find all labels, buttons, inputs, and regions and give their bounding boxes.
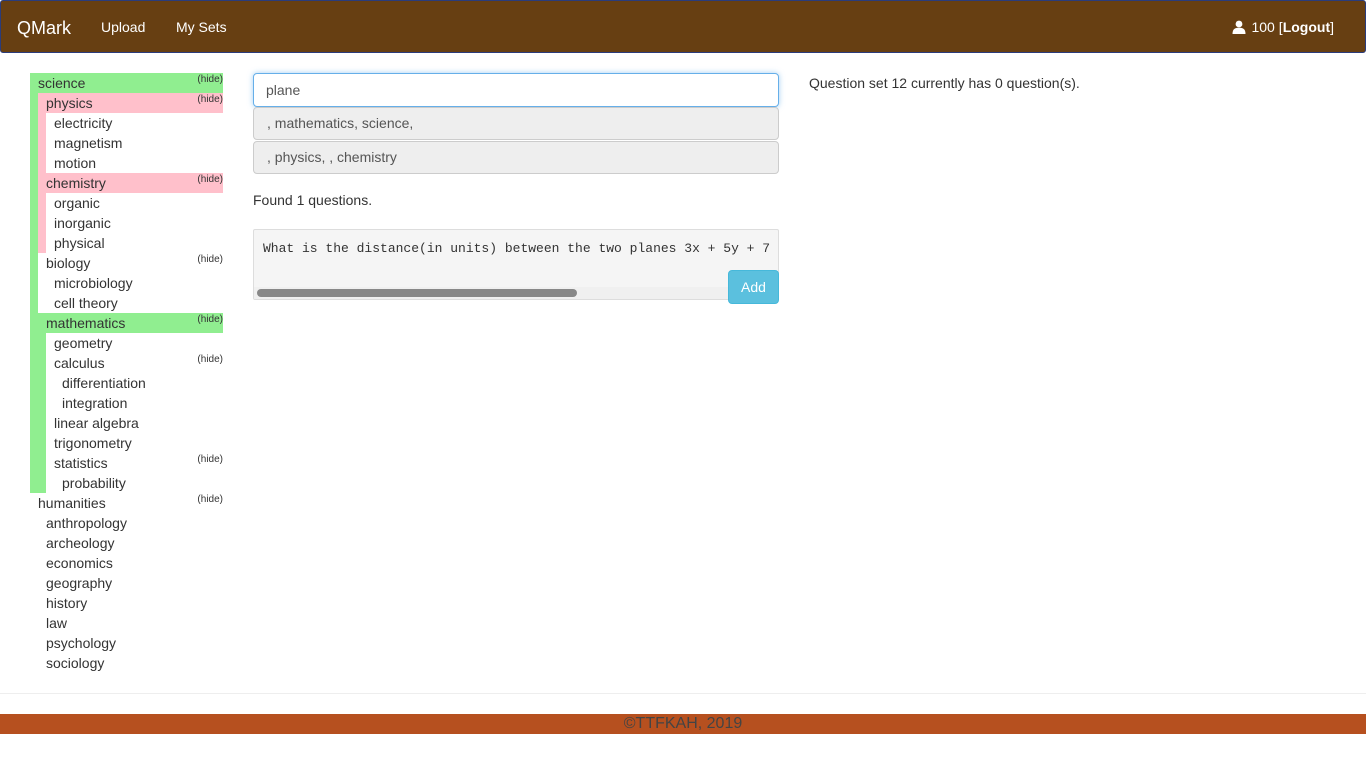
hide-toggle-chemistry[interactable]: (hide) [197, 173, 223, 187]
footer-divider [0, 693, 1366, 694]
hide-toggle-physics[interactable]: (hide) [197, 93, 223, 107]
category-tree: science (hide) physics (hide) electricit… [30, 73, 223, 673]
tree-item-label: science [38, 75, 86, 91]
tree-item-statistics[interactable]: statistics (hide) [54, 453, 223, 473]
brand-link[interactable]: QMark [17, 18, 71, 38]
tree-item-archeology[interactable]: archeology [46, 533, 223, 553]
tree-item-humanities[interactable]: humanities (hide) [38, 493, 223, 513]
scrollbar-thumb[interactable] [257, 289, 577, 297]
tree-group-humanities: humanities (hide) anthropology archeolog… [30, 493, 223, 673]
tree-item-motion[interactable]: motion [54, 153, 223, 173]
tree-item-trigonometry[interactable]: trigonometry [54, 433, 223, 453]
tree-item-geography[interactable]: geography [46, 573, 223, 593]
tree-item-differentiation[interactable]: differentiation [62, 373, 223, 393]
tree-item-calculus[interactable]: calculus (hide) [54, 353, 223, 373]
hide-toggle-statistics[interactable]: (hide) [197, 453, 223, 467]
tree-item-label: calculus [54, 355, 105, 371]
question-text: What is the distance(in units) between t… [263, 241, 771, 256]
question-set-status: Question set 12 currently has 0 question… [809, 75, 1080, 91]
tree-item-physical[interactable]: physical [54, 233, 223, 253]
add-question-button[interactable]: Add [728, 270, 779, 304]
tree-item-cell-theory[interactable]: cell theory [54, 293, 223, 313]
tree-item-magnetism[interactable]: magnetism [54, 133, 223, 153]
hide-toggle-science[interactable]: (hide) [197, 73, 223, 87]
nav-my-sets-link[interactable]: My Sets [176, 19, 227, 35]
navbar: QMark Upload My Sets 100 [ Logout ] [0, 0, 1366, 53]
tree-item-label: statistics [54, 455, 108, 471]
tree-item-probability[interactable]: probability [62, 473, 223, 493]
tree-item-economics[interactable]: economics [46, 553, 223, 573]
tree-item-microbiology[interactable]: microbiology [54, 273, 223, 293]
tree-item-label: biology [46, 255, 91, 271]
tree-item-chemistry[interactable]: chemistry (hide) [38, 173, 223, 193]
tree-item-physics[interactable]: physics (hide) [38, 93, 223, 113]
user-score: 100 [1251, 19, 1275, 35]
hide-toggle-calculus[interactable]: (hide) [197, 353, 223, 367]
search-input[interactable] [253, 73, 779, 107]
tree-item-label: chemistry [46, 175, 106, 191]
tree-item-organic[interactable]: organic [54, 193, 223, 213]
tree-item-mathematics[interactable]: mathematics (hide) [46, 313, 223, 333]
question-result: What is the distance(in units) between t… [253, 229, 779, 300]
user-icon [1232, 20, 1246, 34]
tree-item-science[interactable]: science (hide) [38, 73, 223, 93]
tree-item-linear-algebra[interactable]: linear algebra [54, 413, 223, 433]
footer: ©TTFKAH, 2019 [0, 714, 1366, 734]
hide-toggle-humanities[interactable]: (hide) [197, 493, 223, 507]
logout-link[interactable]: Logout [1283, 19, 1330, 35]
tree-group-science: science (hide) physics (hide) electricit… [30, 73, 223, 493]
tree-item-inorganic[interactable]: inorganic [54, 213, 223, 233]
nav-upload-link[interactable]: Upload [101, 19, 145, 35]
bracket-close: ] [1330, 19, 1334, 35]
tree-group-biology: biology (hide) microbiology cell theory [38, 253, 223, 313]
tree-item-biology[interactable]: biology (hide) [46, 253, 223, 273]
suggestion-item[interactable]: , physics, , chemistry [253, 141, 779, 174]
hide-toggle-biology[interactable]: (hide) [197, 253, 223, 267]
suggestion-item[interactable]: , mathematics, science, [253, 107, 779, 140]
tree-item-history[interactable]: history [46, 593, 223, 613]
tree-group-chemistry: chemistry (hide) organic inorganic physi… [38, 173, 223, 253]
tree-item-geometry[interactable]: geometry [54, 333, 223, 353]
results-count: Found 1 questions. [253, 192, 373, 208]
user-area: 100 [ Logout ] [1232, 19, 1334, 35]
tree-item-label: mathematics [46, 315, 126, 331]
tree-item-integration[interactable]: integration [62, 393, 223, 413]
tree-item-psychology[interactable]: psychology [46, 633, 223, 653]
hide-toggle-mathematics[interactable]: (hide) [197, 313, 223, 327]
tree-item-sociology[interactable]: sociology [46, 653, 223, 673]
tree-item-label: humanities [38, 495, 106, 511]
tree-item-label: physics [46, 95, 93, 111]
tree-item-law[interactable]: law [46, 613, 223, 633]
tree-group-mathematics: mathematics (hide) geometry calculus (hi… [38, 313, 223, 493]
tree-group-physics: physics (hide) electricity magnetism mot… [38, 93, 223, 173]
tree-item-anthropology[interactable]: anthropology [46, 513, 223, 533]
tree-item-electricity[interactable]: electricity [54, 113, 223, 133]
